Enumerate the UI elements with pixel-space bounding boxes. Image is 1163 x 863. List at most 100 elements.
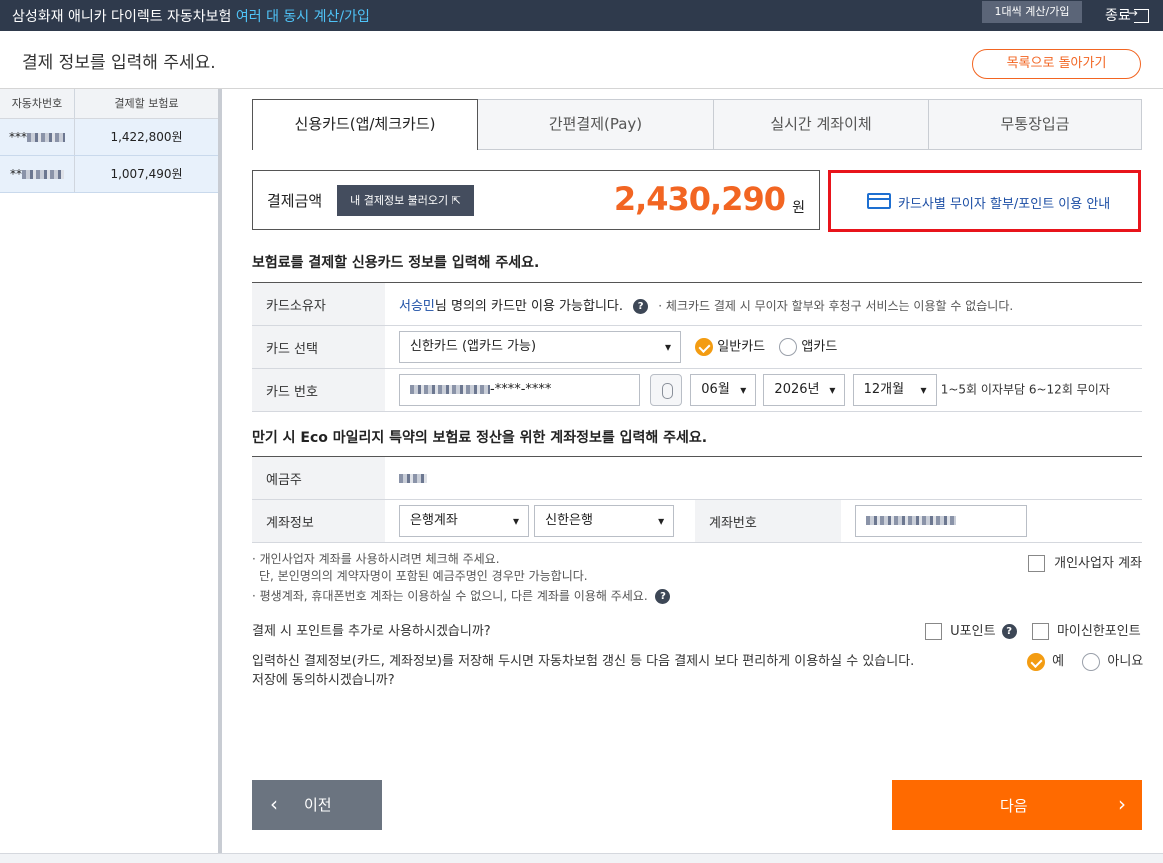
points-question: 결제 시 포인트를 추가로 사용하시겠습니까?: [252, 624, 491, 639]
biz-account-note-2: 단, 본인명의의 계약자명이 포함된 예금주명인 경우만 가능합니다.: [259, 569, 588, 583]
normal-card-label: 일반카드: [717, 339, 766, 355]
account-restriction-note: · 평생계좌, 휴대폰번호 계좌는 이용하실 수 없으니, 다른 계좌를 이용해…: [252, 587, 671, 604]
consent-yes-radio[interactable]: [1027, 652, 1045, 671]
points-options: U포인트 ? 마이신한포인트: [925, 620, 1141, 640]
one-by-one-button[interactable]: 1대씩 계산/가입: [982, 1, 1082, 23]
exit-icon: [1128, 6, 1149, 23]
col-car-number: 자동차번호: [0, 89, 75, 118]
account-number-input[interactable]: [855, 505, 1027, 537]
load-payment-info-label: 내 결제정보 불러오기: [350, 194, 449, 207]
expiry-month-select[interactable]: 06월: [690, 374, 757, 406]
vehicle-list-header: 자동차번호 결제할 보험료: [0, 89, 218, 119]
biz-account-checkbox[interactable]: [1028, 555, 1045, 572]
help-icon[interactable]: ?: [1001, 624, 1017, 639]
tab-simple-pay[interactable]: 간편결제(Pay): [478, 99, 714, 150]
app-card-label: 앱카드: [801, 339, 838, 355]
tab-realtime-transfer[interactable]: 실시간 계좌이체: [714, 99, 929, 150]
installment-note: 1~5회 이자부담 6~12회 무이자: [940, 382, 1110, 397]
next-button[interactable]: 다음 ›: [892, 780, 1142, 830]
bottom-divider: [0, 853, 1163, 863]
next-button-label: 다음: [1000, 797, 1028, 815]
account-info-row: 계좌정보 은행계좌 신한은행 계좌번호: [252, 499, 1142, 543]
virtual-keyboard-icon[interactable]: [650, 374, 683, 406]
save-consent-text-1: 입력하신 결제정보(카드, 계좌정보)를 저장해 두시면 자동차보험 갱신 등 …: [252, 654, 915, 669]
my-shinhan-point-label: 마이신한포인트: [1056, 624, 1141, 639]
tab-bank-deposit[interactable]: 무통장입금: [929, 99, 1142, 150]
vehicle-row[interactable]: *** 1,422,800원: [0, 119, 218, 156]
save-consent-options: 예 아니요: [1027, 650, 1143, 671]
payment-amount-box: 결제금액 내 결제정보 불러오기 ⇱ 2,430,290 원: [252, 170, 820, 230]
blurred-holder-name: [399, 473, 427, 483]
account-holder-label: 예금주: [252, 456, 385, 500]
premium-value: 1,007,490원: [110, 167, 183, 181]
account-type-select[interactable]: 은행계좌: [399, 505, 529, 537]
save-consent-text-2: 저장에 동의하시겠습니까?: [252, 673, 395, 688]
vehicle-row[interactable]: ** 1,007,490원: [0, 156, 218, 193]
consent-yes-label: 예: [1052, 654, 1065, 669]
card-company-select[interactable]: 신한카드 (앱카드 가능): [399, 331, 681, 363]
app-card-radio[interactable]: [779, 338, 798, 356]
load-payment-info-button[interactable]: 내 결제정보 불러오기 ⇱: [337, 185, 474, 216]
chevron-right-icon: ›: [1118, 792, 1126, 816]
help-icon[interactable]: ?: [633, 298, 649, 314]
top-bar: 삼성화재 애니카 다이렉트 자동차보험 여러 대 동시 계산/가입 1대씩 계산…: [0, 0, 1163, 31]
vehicle-list-panel: 자동차번호 결제할 보험료 *** 1,422,800원 ** 1,007,49…: [0, 89, 222, 863]
share-icon: ⇱: [451, 194, 461, 207]
installment-select[interactable]: 12개월: [852, 374, 937, 406]
account-restriction-text: · 평생계좌, 휴대폰번호 계좌는 이용하실 수 없으니, 다른 계좌를 이용해…: [252, 589, 648, 603]
account-info-label: 계좌정보: [252, 499, 385, 543]
card-number-masked: -****-****: [490, 382, 552, 397]
card-owner-text: 님 명의의 카드만 이용 가능합니다.: [434, 298, 623, 314]
app-title: 삼성화재 애니카 다이렉트 자동차보험 여러 대 동시 계산/가입: [12, 6, 370, 26]
payment-method-tabs: 신용카드(앱/체크카드) 간편결제(Pay) 실시간 계좌이체 무통장입금: [252, 99, 1142, 150]
tab-credit-card[interactable]: 신용카드(앱/체크카드): [252, 99, 478, 150]
prev-button[interactable]: ‹ 이전: [252, 780, 382, 830]
account-number-value: [841, 499, 1142, 543]
card-owner-name: 서승민: [399, 298, 435, 314]
card-owner-value: 서승민님 명의의 카드만 이용 가능합니다. ? · 체크카드 결제 시 무이자…: [385, 282, 1142, 326]
card-section-title: 보험료를 결제할 신용카드 정보를 입력해 주세요.: [252, 255, 540, 271]
payment-amount: 2,430,290: [613, 180, 786, 218]
my-shinhan-point-checkbox[interactable]: [1031, 623, 1049, 640]
exit-button[interactable]: 종료: [1105, 5, 1149, 25]
biz-account-checkbox-group[interactable]: 개인사업자 계좌: [1028, 552, 1142, 572]
account-holder-value: [385, 456, 1142, 500]
card-select-label: 카드 선택: [252, 325, 385, 369]
account-number-label: 계좌번호: [695, 499, 841, 543]
blurred-car-number: [22, 170, 64, 179]
col-premium: 결제할 보험료: [114, 97, 179, 110]
credit-card-icon: [867, 193, 891, 209]
account-section-title: 만기 시 Eco 마일리지 특약의 보험료 정산을 위한 계좌정보를 입력해 주…: [252, 430, 708, 446]
expiry-year-select[interactable]: 2026년: [763, 374, 846, 406]
account-info-table: 예금주 계좌정보 은행계좌 신한은행 계좌번호: [252, 456, 1142, 543]
card-info-table: 카드소유자 서승민님 명의의 카드만 이용 가능합니다. ? · 체크카드 결제…: [252, 282, 1142, 412]
upoint-checkbox[interactable]: [925, 623, 942, 640]
card-number-value: -****-**** 06월 2026년 12개월 1~5회 이자부담 6~12…: [385, 368, 1142, 412]
help-icon[interactable]: ?: [655, 589, 671, 604]
car-number-prefix: ***: [9, 130, 27, 144]
page-header: 결제 정보를 입력해 주세요. 목록으로 돌아가기: [0, 31, 1163, 89]
card-benefit-guide-link[interactable]: 카드사별 무이자 할부/포인트 이용 안내: [828, 170, 1141, 232]
page-title: 결제 정보를 입력해 주세요.: [22, 53, 216, 73]
app-title-highlight: 여러 대 동시 계산/가입: [235, 9, 370, 25]
card-number-row: 카드 번호 -****-**** 06월 2026년 12개월 1~5회 이자부…: [252, 368, 1142, 412]
consent-no-radio[interactable]: [1082, 652, 1101, 671]
account-info-value: 은행계좌 신한은행: [385, 499, 695, 543]
back-to-list-button[interactable]: 목록으로 돌아가기: [972, 49, 1141, 79]
car-number: **: [0, 156, 75, 192]
account-holder-row: 예금주: [252, 456, 1142, 500]
normal-card-radio[interactable]: [695, 338, 714, 356]
check-card-note: · 체크카드 결제 시 무이자 할부와 후청구 서비스는 이용할 수 없습니다.: [658, 298, 1014, 313]
card-select-row: 카드 선택 신한카드 (앱카드 가능) 일반카드 앱카드: [252, 325, 1142, 369]
card-owner-row: 카드소유자 서승민님 명의의 카드만 이용 가능합니다. ? · 체크카드 결제…: [252, 282, 1142, 326]
blurred-car-number: [27, 133, 65, 142]
biz-account-checkbox-label: 개인사업자 계좌: [1054, 556, 1142, 571]
car-number: ***: [0, 119, 75, 155]
card-select-value: 신한카드 (앱카드 가능) 일반카드 앱카드: [385, 325, 1142, 369]
app-title-main: 삼성화재 애니카 다이렉트 자동차보험: [12, 9, 232, 25]
car-number-prefix: **: [10, 167, 22, 181]
prev-button-label: 이전: [304, 796, 332, 814]
chevron-left-icon: ‹: [270, 792, 278, 816]
bank-select[interactable]: 신한은행: [534, 505, 675, 537]
card-number-input[interactable]: -****-****: [399, 374, 640, 406]
